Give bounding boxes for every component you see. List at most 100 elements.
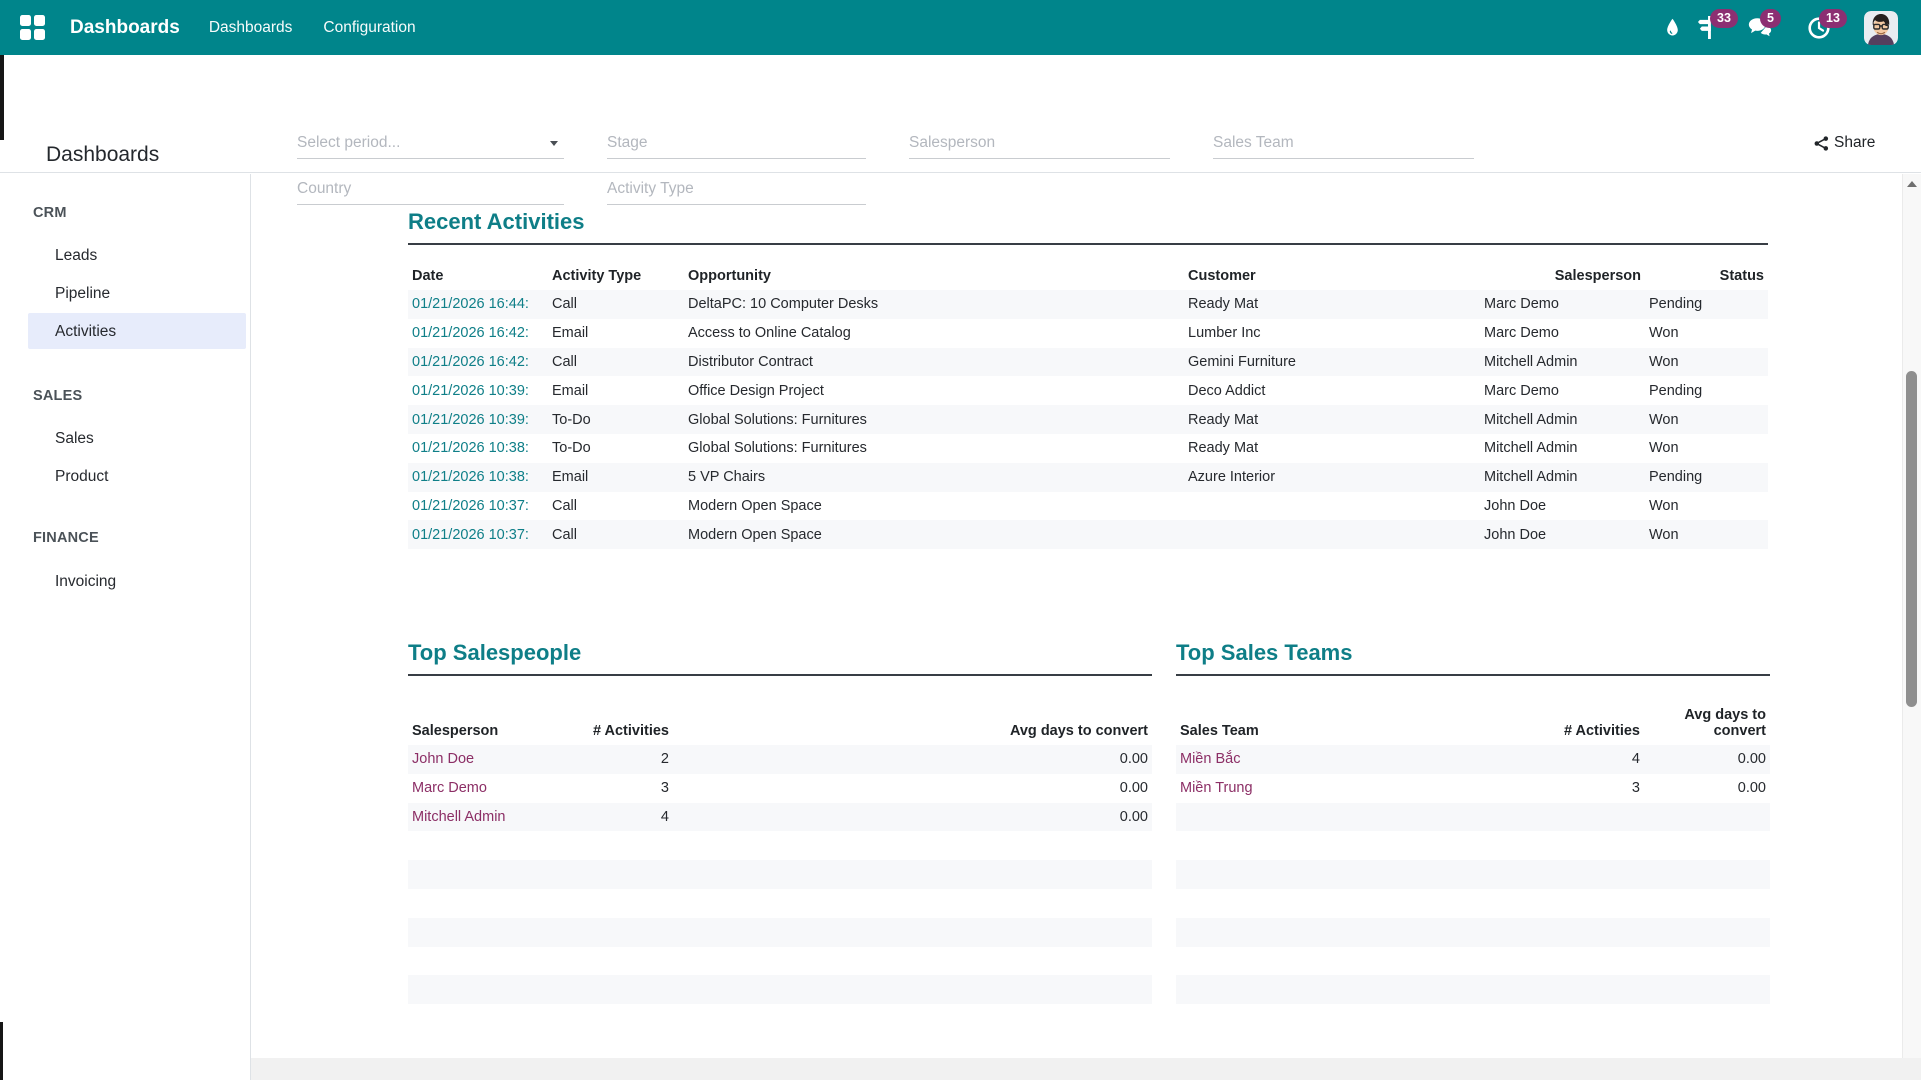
salesperson-input[interactable]	[909, 128, 1170, 158]
date-link[interactable]: 01/21/2026 10:37:	[408, 492, 548, 521]
cell-activities: 3	[1396, 774, 1644, 803]
empty-row	[408, 860, 1152, 889]
top-navbar: Dashboards Dashboards Configuration 33	[0, 0, 1921, 55]
sidebar-item-sales[interactable]: Sales	[55, 430, 94, 448]
sales-team-input[interactable]	[1213, 128, 1474, 158]
table-row: 01/21/2026 10:38: Email 5 VP Chairs Azur…	[408, 463, 1768, 492]
sidebar-item-pipeline[interactable]: Pipeline	[55, 285, 110, 303]
avatar	[1864, 11, 1898, 45]
sidebar-item-product[interactable]: Product	[55, 468, 108, 486]
cell-opportunity: Global Solutions: Furnitures	[684, 405, 1184, 434]
apps-grid-icon[interactable]	[19, 14, 46, 41]
menu-dashboards[interactable]: Dashboards	[209, 19, 293, 37]
scrollbar-up-arrow-icon[interactable]	[1907, 181, 1917, 187]
cell-activity-type: To-Do	[548, 405, 684, 434]
date-link[interactable]: 01/21/2026 10:39:	[408, 405, 548, 434]
systray-history[interactable]: 13	[1806, 0, 1832, 55]
sidebar-item-activities[interactable]: Activities	[55, 323, 116, 341]
cell-status: Won	[1645, 348, 1768, 377]
sidebar-section-finance: FINANCE	[33, 530, 99, 546]
salesperson-link[interactable]: John Doe	[408, 745, 568, 774]
col-status: Status	[1645, 256, 1768, 290]
date-link[interactable]: 01/21/2026 16:44:	[408, 290, 548, 319]
cell-opportunity: Office Design Project	[684, 376, 1184, 405]
date-link[interactable]: 01/21/2026 10:38:	[408, 434, 548, 463]
col-date: Date	[408, 256, 548, 290]
empty-row	[408, 831, 1152, 860]
col-avg-days: Avg days to convert	[1644, 682, 1770, 745]
cell-status: Won	[1645, 405, 1768, 434]
cell-opportunity: Modern Open Space	[684, 492, 1184, 521]
app-name[interactable]: Dashboards	[70, 17, 180, 39]
cell-customer: Ready Mat	[1184, 290, 1480, 319]
cell-avg-days: 0.00	[673, 745, 1152, 774]
period-select[interactable]	[297, 128, 564, 158]
cell-salesperson: Marc Demo	[1480, 319, 1645, 348]
empty-row	[1176, 860, 1770, 889]
share-label: Share	[1834, 134, 1875, 152]
share-button[interactable]: Share	[1814, 134, 1875, 152]
country-input[interactable]	[297, 174, 564, 204]
user-avatar[interactable]	[1864, 0, 1898, 55]
col-salesperson: Salesperson	[1480, 256, 1645, 290]
col-salesperson: Salesperson	[408, 682, 568, 745]
empty-row	[1176, 918, 1770, 947]
cell-customer: Ready Mat	[1184, 405, 1480, 434]
cell-avg-days: 0.00	[1644, 745, 1770, 774]
cell-salesperson: Marc Demo	[1480, 290, 1645, 319]
col-activity-type: Activity Type	[548, 256, 684, 290]
cell-salesperson: Marc Demo	[1480, 376, 1645, 405]
systray-messages[interactable]: 5	[1747, 0, 1773, 55]
notification-badge: 13	[1819, 9, 1847, 28]
sales-team-link[interactable]: Miền Bắc	[1176, 745, 1396, 774]
vertical-scrollbar-thumb[interactable]	[1906, 371, 1917, 707]
empty-row	[408, 889, 1152, 918]
cell-opportunity: Access to Online Catalog	[684, 319, 1184, 348]
sidebar-item-leads[interactable]: Leads	[55, 247, 97, 265]
menu-configuration[interactable]: Configuration	[323, 19, 415, 37]
cell-salesperson: Mitchell Admin	[1480, 434, 1645, 463]
recent-activities-table: Date Activity Type Opportunity Customer …	[408, 256, 1768, 549]
cell-activities: 3	[568, 774, 673, 803]
cell-activity-type: Call	[548, 348, 684, 377]
activity-type-input[interactable]	[607, 174, 866, 204]
stage-filter[interactable]	[607, 128, 866, 159]
activity-type-filter[interactable]	[607, 174, 866, 205]
stage-input[interactable]	[607, 128, 866, 158]
cell-customer: Azure Interior	[1184, 463, 1480, 492]
systray-droplet[interactable]	[1664, 0, 1681, 55]
sidebar: CRM Leads Pipeline Activities SALES Sale…	[0, 174, 251, 1080]
cell-opportunity: DeltaPC: 10 Computer Desks	[684, 290, 1184, 319]
country-filter[interactable]	[297, 174, 564, 205]
col-activities: # Activities	[1396, 682, 1644, 745]
date-link[interactable]: 01/21/2026 10:37:	[408, 520, 548, 549]
date-link[interactable]: 01/21/2026 16:42:	[408, 319, 548, 348]
table-row: 01/21/2026 10:37: Call Modern Open Space…	[408, 492, 1768, 521]
page-title: Dashboards	[46, 143, 159, 167]
period-filter[interactable]	[297, 128, 564, 159]
empty-row	[1176, 889, 1770, 918]
salesperson-filter[interactable]	[909, 128, 1170, 159]
col-avg-days: Avg days to convert	[673, 682, 1152, 745]
systray-activities[interactable]: 33	[1697, 0, 1720, 55]
cell-avg-days: 0.00	[673, 803, 1152, 832]
droplet-icon	[1664, 16, 1681, 40]
sidebar-item-invoicing[interactable]: Invoicing	[55, 573, 116, 591]
table-row: 01/21/2026 10:38: To-Do Global Solutions…	[408, 434, 1768, 463]
cell-status: Pending	[1645, 290, 1768, 319]
cell-salesperson: Mitchell Admin	[1480, 463, 1645, 492]
cell-opportunity: Distributor Contract	[684, 348, 1184, 377]
date-link[interactable]: 01/21/2026 10:38:	[408, 463, 548, 492]
cell-activity-type: Email	[548, 319, 684, 348]
sales-team-link[interactable]: Miền Trung	[1176, 774, 1396, 803]
top-sales-teams-table: Sales Team # Activities Avg days to conv…	[1176, 682, 1770, 1004]
cell-salesperson: John Doe	[1480, 520, 1645, 549]
date-link[interactable]: 01/21/2026 16:42:	[408, 348, 548, 377]
sales-team-filter[interactable]	[1213, 128, 1474, 159]
empty-row	[1176, 831, 1770, 860]
salesperson-link[interactable]: Mitchell Admin	[408, 803, 568, 832]
empty-row	[408, 947, 1152, 976]
salesperson-link[interactable]: Marc Demo	[408, 774, 568, 803]
date-link[interactable]: 01/21/2026 10:39:	[408, 376, 548, 405]
cell-activities: 4	[1396, 745, 1644, 774]
